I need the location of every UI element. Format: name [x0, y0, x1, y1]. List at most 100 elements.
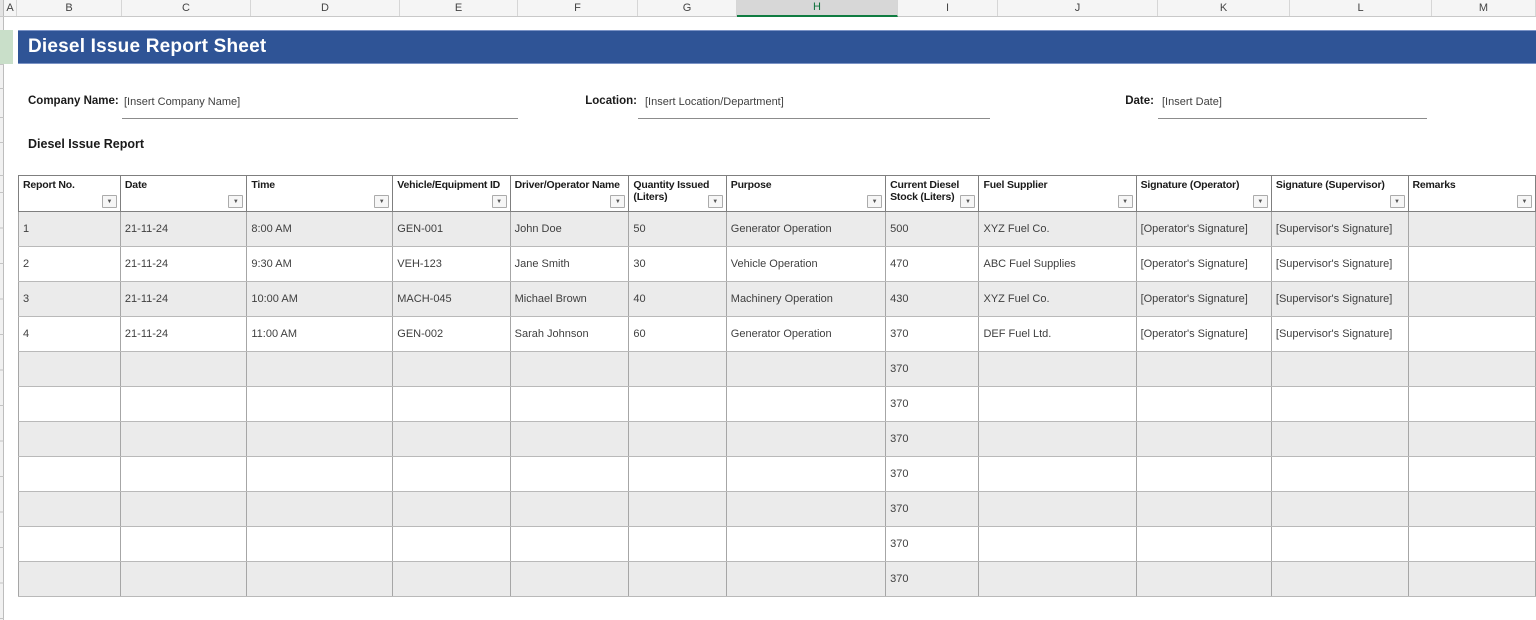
table-cell[interactable]: 470: [885, 246, 980, 282]
table-cell[interactable]: 9:30 AM: [246, 246, 394, 282]
table-cell[interactable]: [119, 491, 248, 527]
table-cell[interactable]: [1407, 456, 1536, 492]
filter-dropdown-button[interactable]: ▼: [1252, 195, 1268, 208]
table-cell[interactable]: [246, 561, 394, 597]
table-cell[interactable]: [509, 491, 630, 527]
table-cell[interactable]: [509, 351, 630, 387]
table-cell[interactable]: XYZ Fuel Co.: [978, 281, 1137, 317]
filter-dropdown-button[interactable]: ▼: [610, 195, 626, 208]
table-cell[interactable]: 50: [628, 211, 727, 247]
table-cell[interactable]: Generator Operation: [725, 316, 887, 352]
table-cell[interactable]: [119, 561, 248, 597]
table-cell[interactable]: XYZ Fuel Co.: [978, 211, 1137, 247]
column-header-D[interactable]: D: [251, 0, 400, 16]
table-cell[interactable]: [509, 561, 630, 597]
table-cell[interactable]: [392, 491, 511, 527]
table-cell[interactable]: [Supervisor's Signature]: [1270, 316, 1409, 352]
table-cell[interactable]: 60: [628, 316, 727, 352]
column-header-I[interactable]: I: [898, 0, 998, 16]
company-name-value[interactable]: [Insert Company Name]: [124, 95, 240, 109]
table-cell[interactable]: [1135, 561, 1272, 597]
table-cell[interactable]: [1270, 561, 1409, 597]
table-cell[interactable]: 430: [885, 281, 980, 317]
table-cell[interactable]: [725, 526, 887, 562]
table-cell[interactable]: Jane Smith: [509, 246, 630, 282]
table-cell[interactable]: GEN-001: [392, 211, 511, 247]
table-cell[interactable]: [1270, 491, 1409, 527]
table-cell[interactable]: 500: [885, 211, 980, 247]
table-cell[interactable]: [725, 456, 887, 492]
table-cell[interactable]: Sarah Johnson: [509, 316, 630, 352]
table-cell[interactable]: [1135, 526, 1272, 562]
table-cell[interactable]: [1270, 526, 1409, 562]
table-cell[interactable]: Michael Brown: [509, 281, 630, 317]
table-cell[interactable]: [1270, 421, 1409, 457]
table-cell[interactable]: [246, 351, 394, 387]
table-cell[interactable]: [Operator's Signature]: [1135, 281, 1272, 317]
table-cell[interactable]: [978, 386, 1137, 422]
table-cell[interactable]: [725, 351, 887, 387]
table-cell[interactable]: 370: [885, 526, 980, 562]
table-cell[interactable]: DEF Fuel Ltd.: [978, 316, 1137, 352]
table-cell[interactable]: [18, 351, 121, 387]
table-cell[interactable]: [1135, 491, 1272, 527]
highlighted-cell-a2[interactable]: [0, 30, 13, 64]
column-header-C[interactable]: C: [122, 0, 251, 16]
table-cell[interactable]: 370: [885, 456, 980, 492]
table-cell[interactable]: [18, 421, 121, 457]
column-header-G[interactable]: G: [638, 0, 737, 16]
table-cell[interactable]: [Supervisor's Signature]: [1270, 246, 1409, 282]
table-cell[interactable]: [1270, 351, 1409, 387]
table-cell[interactable]: [392, 351, 511, 387]
table-cell[interactable]: [392, 421, 511, 457]
table-cell[interactable]: [628, 351, 727, 387]
table-cell[interactable]: [725, 561, 887, 597]
column-header-L[interactable]: L: [1290, 0, 1432, 16]
table-cell[interactable]: 4: [18, 316, 121, 352]
table-cell[interactable]: [119, 526, 248, 562]
table-cell[interactable]: [1407, 421, 1536, 457]
table-cell[interactable]: 2: [18, 246, 121, 282]
table-cell[interactable]: 21-11-24: [119, 246, 248, 282]
table-cell[interactable]: [119, 386, 248, 422]
table-cell[interactable]: [628, 526, 727, 562]
table-cell[interactable]: [392, 526, 511, 562]
table-cell[interactable]: [119, 421, 248, 457]
table-cell[interactable]: Machinery Operation: [725, 281, 887, 317]
table-cell[interactable]: [246, 526, 394, 562]
table-cell[interactable]: 40: [628, 281, 727, 317]
table-cell[interactable]: [725, 421, 887, 457]
table-cell[interactable]: [1270, 456, 1409, 492]
table-cell[interactable]: [Operator's Signature]: [1135, 246, 1272, 282]
table-cell[interactable]: [725, 491, 887, 527]
table-cell[interactable]: 370: [885, 491, 980, 527]
table-cell[interactable]: [628, 491, 727, 527]
table-cell[interactable]: 370: [885, 561, 980, 597]
filter-dropdown-button[interactable]: ▼: [1517, 195, 1532, 208]
table-cell[interactable]: [978, 561, 1137, 597]
filter-dropdown-button[interactable]: ▼: [1389, 195, 1405, 208]
table-cell[interactable]: [1407, 281, 1536, 317]
column-header-J[interactable]: J: [998, 0, 1158, 16]
filter-dropdown-button[interactable]: ▼: [101, 195, 117, 208]
table-cell[interactable]: ABC Fuel Supplies: [978, 246, 1137, 282]
table-cell[interactable]: [18, 491, 121, 527]
column-header-F[interactable]: F: [518, 0, 638, 16]
table-cell[interactable]: [18, 386, 121, 422]
table-cell[interactable]: [978, 491, 1137, 527]
table-cell[interactable]: [978, 526, 1137, 562]
table-cell[interactable]: GEN-002: [392, 316, 511, 352]
table-cell[interactable]: John Doe: [509, 211, 630, 247]
table-cell[interactable]: [1407, 561, 1536, 597]
table-cell[interactable]: [18, 561, 121, 597]
table-cell[interactable]: [Supervisor's Signature]: [1270, 211, 1409, 247]
column-header-K[interactable]: K: [1158, 0, 1290, 16]
table-cell[interactable]: [1407, 211, 1536, 247]
filter-dropdown-button[interactable]: ▼: [867, 195, 883, 208]
table-cell[interactable]: [Supervisor's Signature]: [1270, 281, 1409, 317]
table-cell[interactable]: [1407, 386, 1536, 422]
table-cell[interactable]: 21-11-24: [119, 281, 248, 317]
table-cell[interactable]: [1135, 421, 1272, 457]
table-cell[interactable]: MACH-045: [392, 281, 511, 317]
column-header-B[interactable]: B: [17, 0, 122, 16]
